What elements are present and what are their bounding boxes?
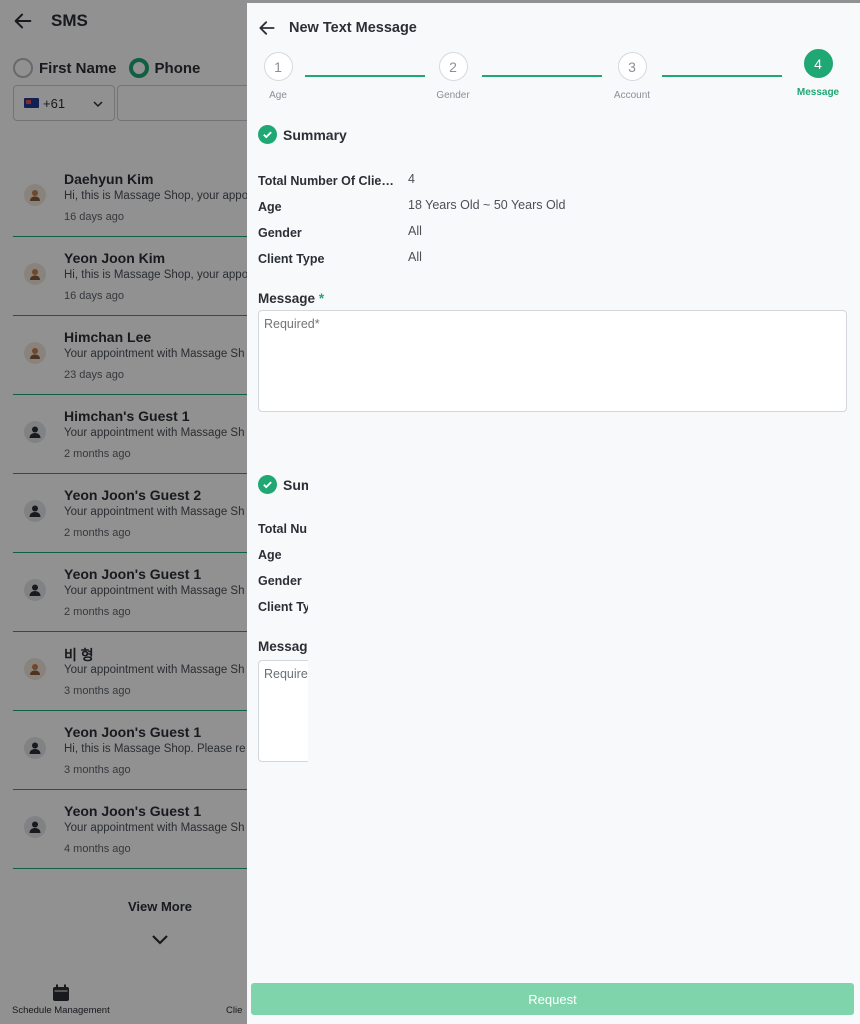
step-account[interactable]: 3 Account — [602, 52, 662, 101]
step-age[interactable]: 1 Age — [248, 52, 308, 101]
step-number: 4 — [803, 49, 833, 78]
summary-row-age: Age 18 Years Old ~ 50 Years Old — [258, 198, 858, 222]
summary-section-ghost: Summary Total Number Of Clients Age Gend… — [258, 475, 308, 762]
summary-header: Summary — [258, 475, 308, 494]
summary-row-total: Total Number Of Clients — [258, 522, 308, 544]
step-number: 3 — [617, 52, 647, 81]
summary-row-gender: Gender — [258, 574, 308, 596]
summary-row-label: Total Number Of Clients — [258, 522, 308, 536]
summary-row-age: Age — [258, 548, 308, 570]
summary-row-value: 18 Years Old ~ 50 Years Old — [408, 198, 566, 212]
summary-row-label: Client Type — [258, 252, 325, 266]
summary-header: Summary — [258, 125, 347, 144]
message-label-text: Message — [258, 639, 308, 654]
step-label: Message — [796, 87, 840, 98]
message-label: Message — [258, 639, 308, 654]
message-textarea[interactable] — [258, 310, 847, 412]
step-number: 1 — [263, 52, 293, 81]
step-label: Gender — [436, 90, 470, 101]
panel-title: New Text Message — [289, 20, 417, 36]
summary-row-label: Age — [258, 200, 282, 214]
stepper-connector — [662, 75, 782, 77]
summary-row-client-type: Client Type All — [258, 250, 858, 274]
new-text-message-panel: New Text Message 1 Age 2 Gender 3 Accoun… — [247, 3, 860, 1024]
summary-row-label: Total Number Of Clients — [258, 174, 400, 188]
summary-row-value: All — [408, 250, 422, 264]
step-label: Account — [613, 90, 651, 101]
summary-title: Summary — [283, 126, 347, 143]
summary-row-value: 4 — [408, 172, 415, 186]
step-message[interactable]: 4 Message — [788, 49, 848, 98]
summary-row-label: Client Type — [258, 600, 308, 614]
check-circle-icon — [258, 125, 277, 144]
summary-section: Summary Total Number Of Clients 4 Age 18… — [258, 125, 847, 412]
message-label: Message * — [258, 291, 324, 306]
stepper-connector — [305, 75, 425, 77]
step-gender[interactable]: 2 Gender — [423, 52, 483, 101]
transition-ghost: Summary Total Number Of Clients Age Gend… — [247, 475, 308, 775]
summary-row-label: Age — [258, 548, 282, 562]
back-arrow-icon[interactable] — [257, 18, 277, 38]
summary-row-value: All — [408, 224, 422, 238]
summary-row-label: Gender — [258, 574, 302, 588]
summary-row-gender: Gender All — [258, 224, 858, 248]
message-textarea-ghost: Required* — [258, 660, 308, 762]
message-label-text: Message — [258, 291, 316, 306]
summary-row-total: Total Number Of Clients 4 — [258, 172, 858, 196]
check-circle-icon — [258, 475, 277, 494]
step-number: 2 — [438, 52, 468, 81]
step-label: Age — [269, 90, 287, 101]
request-button[interactable]: Request — [251, 983, 854, 1015]
message-placeholder: Required* — [264, 667, 308, 681]
summary-row-client-type: Client Type — [258, 600, 308, 622]
summary-row-label: Gender — [258, 226, 302, 240]
summary-title: Summary — [283, 476, 308, 493]
stepper-connector — [482, 75, 602, 77]
required-marker: * — [318, 291, 325, 306]
